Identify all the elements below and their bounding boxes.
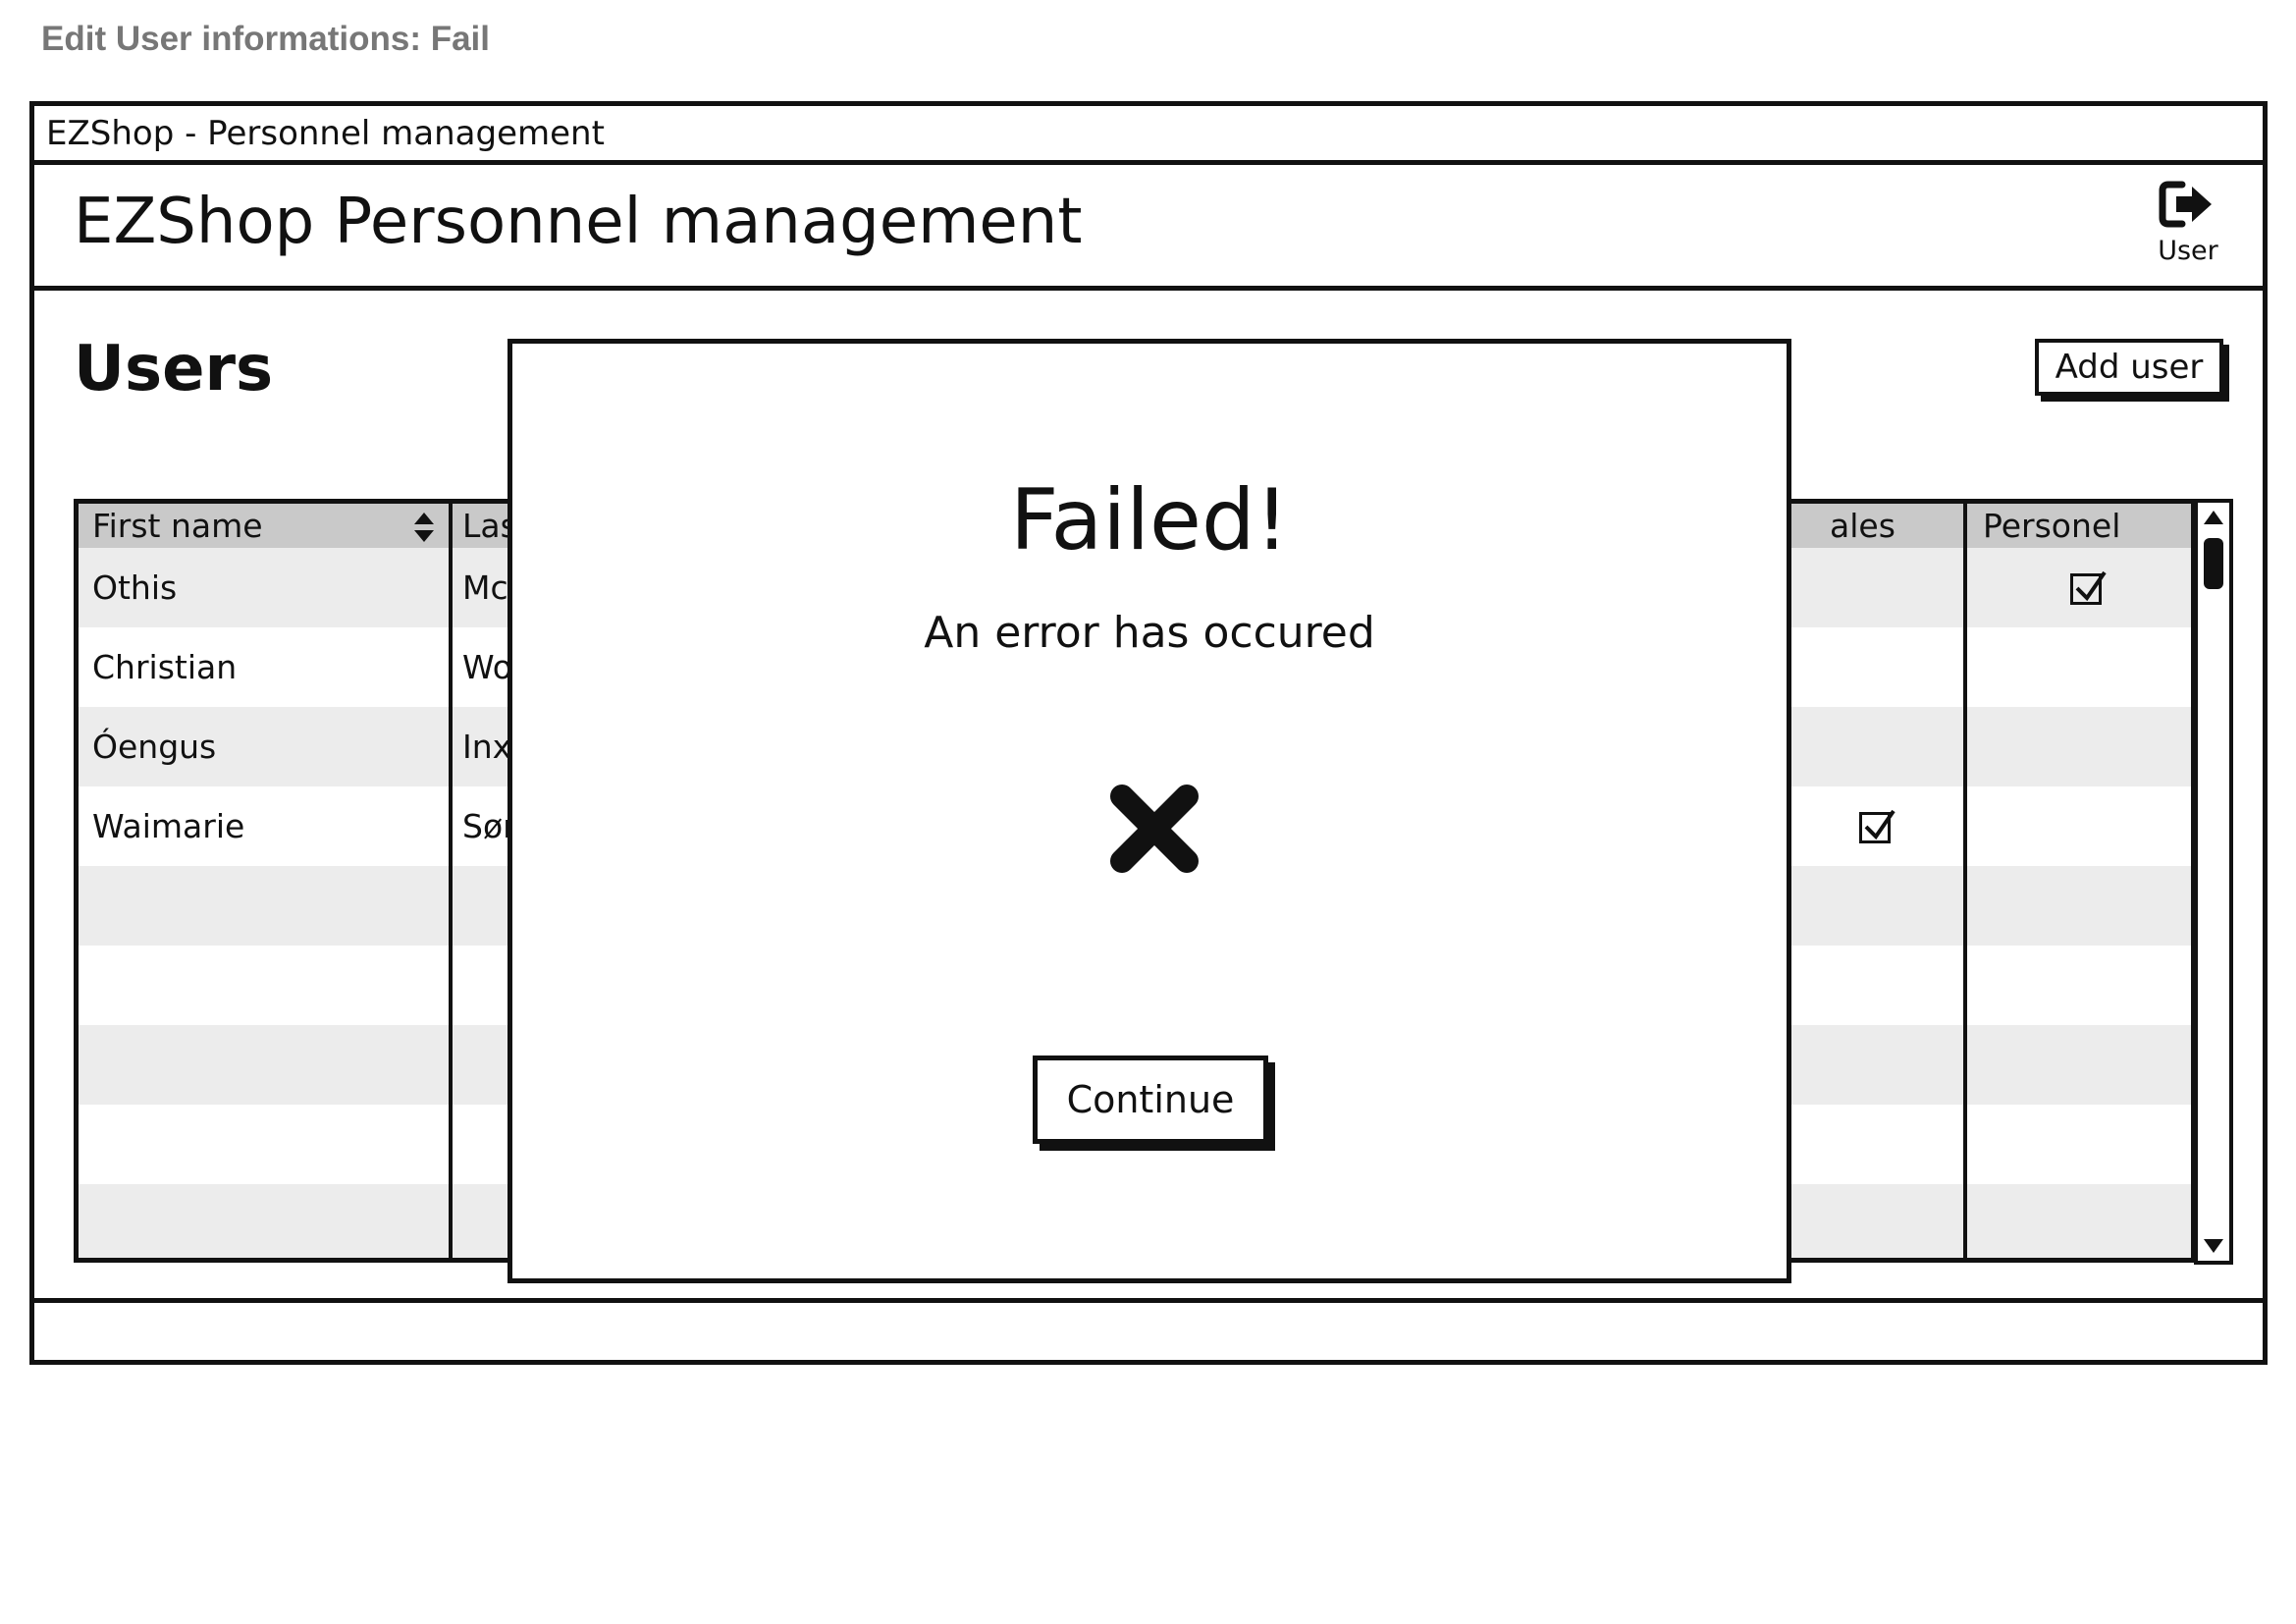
add-user-button[interactable]: Add user xyxy=(2035,339,2223,396)
cell-first-name: Óengus xyxy=(92,728,217,766)
cell-first-name: Waimarie xyxy=(92,807,245,845)
user-menu[interactable]: User xyxy=(2149,179,2227,266)
column-label: First name xyxy=(92,507,263,545)
dialog-message: An error has occured xyxy=(924,608,1375,658)
dialog-title: Failed! xyxy=(1009,471,1290,569)
column-first-name[interactable]: First name xyxy=(79,504,449,548)
page-caption: Edit User informations: Fail xyxy=(41,20,490,58)
cell-first-name: Christian xyxy=(92,648,238,686)
scroll-up-icon[interactable] xyxy=(2202,507,2225,530)
table-scrollbar[interactable] xyxy=(2194,499,2233,1265)
sort-icon[interactable] xyxy=(413,510,435,548)
error-dialog: Failed! An error has occured Continue xyxy=(507,339,1791,1283)
user-label: User xyxy=(2158,236,2218,266)
column-divider xyxy=(1963,504,1967,1258)
logout-icon[interactable] xyxy=(2149,179,2227,230)
scroll-down-icon[interactable] xyxy=(2202,1233,2225,1257)
app-title: EZShop Personnel management xyxy=(74,186,1083,258)
section-title: Users xyxy=(74,333,274,406)
error-x-icon xyxy=(1108,783,1201,875)
app-header: EZShop Personnel management User xyxy=(34,165,2263,291)
status-bar xyxy=(34,1298,2263,1360)
sales-checkbox-checked[interactable] xyxy=(1859,809,1896,843)
continue-button[interactable]: Continue xyxy=(1033,1056,1268,1144)
column-sales[interactable]: ales xyxy=(1816,504,1963,548)
scroll-thumb[interactable] xyxy=(2204,538,2223,589)
column-personel[interactable]: Personel xyxy=(1969,504,2191,548)
cell-first-name: Othis xyxy=(92,568,178,607)
window-titlebar: EZShop - Personnel management xyxy=(34,106,2263,165)
column-divider xyxy=(449,504,453,1258)
personel-checkbox-checked[interactable] xyxy=(2070,570,2107,605)
